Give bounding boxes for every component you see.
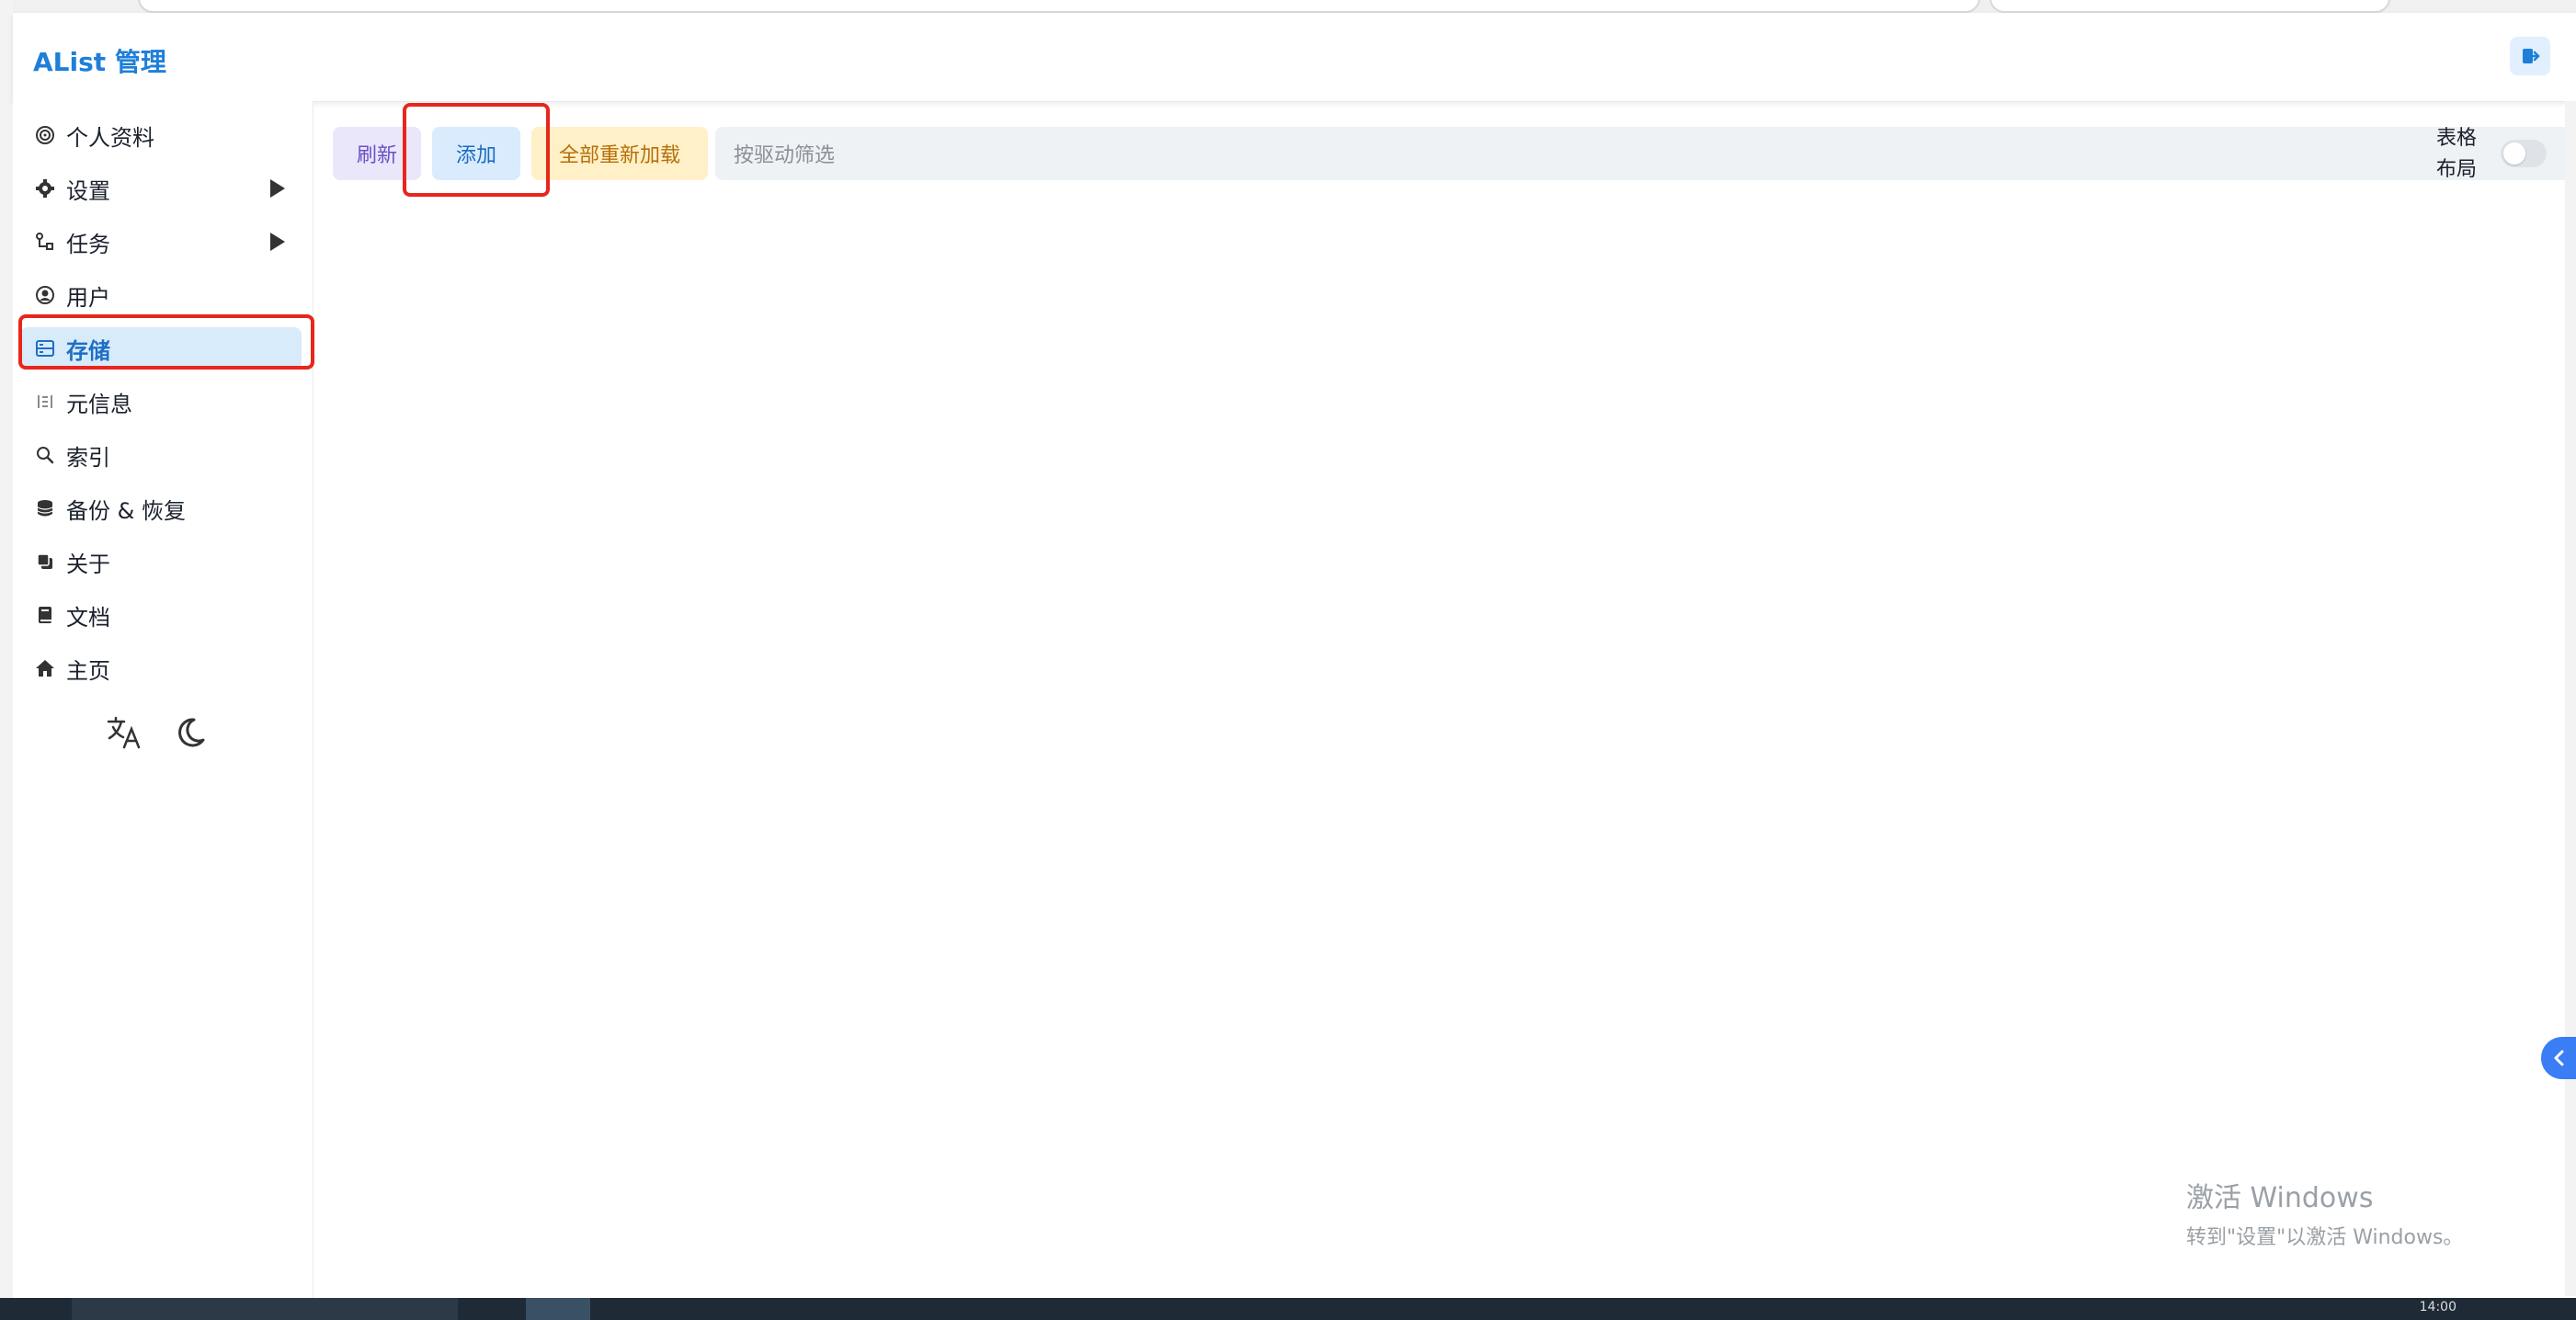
home-icon (33, 656, 57, 680)
copy-icon (33, 550, 57, 574)
sidebar-item-label: 存储 (66, 337, 110, 364)
sidebar-bottom-icons (13, 708, 313, 754)
sidebar-item-label: 元信息 (66, 391, 132, 417)
taskbar-item[interactable] (72, 1298, 458, 1320)
sidebar-item-tasks[interactable]: 任务 (20, 221, 302, 263)
driver-filter-placeholder: 按驱动筛选 (734, 144, 836, 167)
driver-filter-select[interactable]: 按驱动筛选 (715, 127, 2576, 180)
side-drawer-toggle-button[interactable] (2541, 1037, 2576, 1079)
search-icon (33, 443, 57, 467)
toggle-knob (2503, 142, 2525, 165)
browser-search-bar[interactable] (1989, 0, 2390, 13)
page-scrollbar[interactable] (2565, 101, 2576, 1296)
user-circle-icon (33, 283, 57, 307)
sidebar-item-label: 用户 (66, 284, 110, 311)
sidebar-item-meta[interactable]: 元信息 (20, 381, 302, 423)
sidebar-item-about[interactable]: 关于 (20, 541, 302, 583)
translate-icon[interactable] (105, 713, 143, 752)
browser-address-bar[interactable] (138, 0, 1980, 13)
expand-arrow-icon[interactable] (270, 233, 285, 251)
sidebar-item-label: 主页 (66, 657, 110, 684)
fingerprint-icon (33, 123, 57, 147)
database-icon (33, 336, 57, 360)
browser-top-bar (0, 0, 2576, 13)
sidebar-item-users[interactable]: 用户 (20, 274, 302, 316)
reload-all-button[interactable]: 全部重新加载 (531, 127, 708, 180)
add-button[interactable]: 添加 (432, 127, 520, 180)
meta-icon (33, 390, 57, 414)
sidebar-item-label: 索引 (66, 444, 110, 471)
app-title[interactable]: AList 管理 (33, 42, 166, 79)
refresh-button[interactable]: 刷新 (333, 127, 421, 180)
sidebar-item-storage[interactable]: 存储 (20, 327, 302, 370)
screen: AList 管理 个人资料 设置 任务 用户 存储 元信息 索引 备份 & 恢复… (0, 0, 2576, 1320)
sidebar-item-backup[interactable]: 备份 & 恢复 (20, 487, 302, 529)
taskbar-item[interactable] (526, 1298, 590, 1320)
sidebar-item-docs[interactable]: 文档 (20, 594, 302, 636)
chevron-left-icon (2554, 1050, 2564, 1066)
backup-icon (33, 496, 57, 520)
windows-activation-watermark: 激活 Windows 转到"设置"以激活 Windows。 (2186, 1182, 2464, 1249)
taskbar-clock: 14:00 (2419, 1300, 2456, 1314)
sidebar-item-label: 文档 (66, 604, 110, 631)
sidebar-item-label: 备份 & 恢复 (66, 497, 186, 524)
sidebar-item-index[interactable]: 索引 (20, 434, 302, 476)
logout-button[interactable] (2510, 37, 2550, 75)
os-taskbar: 14:00 (0, 1298, 2576, 1320)
logout-icon (2523, 49, 2540, 63)
expand-arrow-icon[interactable] (270, 179, 285, 198)
table-layout-toggle[interactable] (2501, 140, 2547, 167)
sidebar-item-label: 任务 (66, 231, 110, 257)
sidebar-item-home[interactable]: 主页 (20, 647, 302, 689)
sidebar: 个人资料 设置 任务 用户 存储 元信息 索引 备份 & 恢复 关于 文档 主页 (13, 101, 313, 1298)
sidebar-item-label: 个人资料 (66, 124, 154, 151)
sidebar-item-settings[interactable]: 设置 (20, 167, 302, 210)
desktop-left-strip (0, 0, 13, 1320)
table-layout-label: 表格 布局 (2436, 127, 2478, 181)
sidebar-item-label: 设置 (66, 177, 110, 204)
app-header: AList 管理 (13, 13, 2576, 102)
flow-icon (33, 230, 57, 254)
moon-icon[interactable] (171, 713, 210, 752)
sidebar-item-label: 关于 (66, 551, 110, 577)
gear-icon (33, 176, 57, 200)
book-icon (33, 603, 57, 627)
sidebar-item-profile[interactable]: 个人资料 (20, 114, 302, 156)
